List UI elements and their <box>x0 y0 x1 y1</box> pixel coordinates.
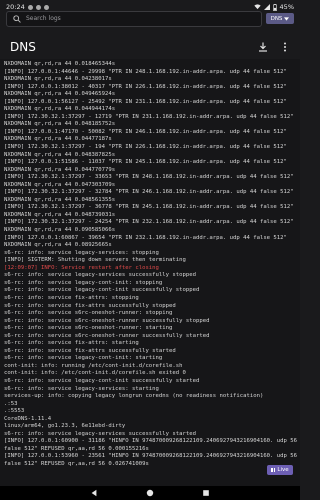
log-line: NXDOMAIN qr,rd,ra 44 0.04238017s <box>4 76 112 83</box>
log-line: [INFO] 127.0.0.1:56127 - 25492 "PTR IN 2… <box>4 98 287 105</box>
search-icon <box>13 14 21 23</box>
log-line: NXDOMAIN qr,rd,ra 44 0.048739031s <box>4 211 116 218</box>
log-line: NXDOMAIN qr,rd,ra 44 0.090585066s <box>4 227 116 234</box>
log-line: s6-rc: info: service fix-attrs: stopping <box>4 294 139 301</box>
log-line: [INFO] 127.0.0.1:60900 - 31186 "HINFO IN… <box>4 438 297 445</box>
log-line: s6-rc: info: service fix-attrs successfu… <box>4 347 176 354</box>
pause-icon <box>271 468 275 472</box>
page-header: DNS <box>0 36 300 58</box>
log-line: NXDOMAIN qr,rd,ra 44 0.048387825s <box>4 151 116 158</box>
log-line: [INFO] 172.30.32.1:37297 - 33653 "PTR IN… <box>4 174 294 181</box>
log-line: .:53 <box>4 400 18 407</box>
log-line: false 512" REFUSED qr,aa,rd 56 0.0267410… <box>4 460 149 467</box>
log-line: NXDOMAIN qr,rd,ra 44 0.044944174s <box>4 106 116 113</box>
notification-icon <box>43 4 49 10</box>
log-line: NXDOMAIN qr,rd,ra 44 0.048561355s <box>4 196 116 203</box>
search-row: DNS <box>6 10 294 27</box>
search-input[interactable] <box>26 15 226 22</box>
log-line: [INFO] 127.0.0.1:47170 - 50082 "PTR IN 2… <box>4 128 287 135</box>
log-line: [12:09:07] INFO: Service restart after c… <box>4 264 159 271</box>
log-line: [INFO] 127.0.0.1:51586 - 11037 "PTR IN 2… <box>4 159 287 166</box>
header-actions <box>258 42 290 52</box>
log-line: [INFO] 127.0.0.1:60867 - 39654 "PTR IN 2… <box>4 234 287 241</box>
log-line: NXDOMAIN qr,rd,ra 44 0.049465924s <box>4 91 116 98</box>
recents-icon[interactable] <box>202 489 210 497</box>
log-source-label: DNS <box>270 15 283 22</box>
live-button[interactable]: Live <box>267 465 293 475</box>
download-icon[interactable] <box>258 42 268 52</box>
log-source-dropdown[interactable]: DNS <box>266 13 294 24</box>
log-line: CoreDNS-1.11.4 <box>4 415 52 422</box>
log-line: s6-rc: info: service legacy-services: st… <box>4 385 159 392</box>
notification-icon <box>35 4 41 10</box>
log-line: NXDOMAIN qr,rd,ra 44 0.08925665s <box>4 242 112 249</box>
chevron-down-icon <box>284 16 290 21</box>
notification-icon <box>27 4 33 10</box>
log-line: s6-rc: info: service legacy-services: st… <box>4 249 159 256</box>
back-icon[interactable] <box>90 489 98 497</box>
log-line: NXDOMAIN qr,rd,ra 44 0.018465344s <box>4 61 116 67</box>
log-line: s6-rc: info: service s6rc-oneshot-runner… <box>4 325 173 332</box>
log-line: s6-rc: info: service s6rc-oneshot-runner… <box>4 310 173 317</box>
log-line: s6-rc: info: service s6rc-oneshot-runner… <box>4 332 210 339</box>
home-icon[interactable] <box>146 489 154 497</box>
log-line: NXDOMAIN qr,rd,ra 44 0.047303709s <box>4 181 116 188</box>
log-line: [INFO] 172.30.32.1:37297 - 24254 "PTR IN… <box>4 219 294 226</box>
log-line: s6-rc: info: service legacy-services suc… <box>4 272 196 279</box>
log-line: s6-rc: info: service s6rc-oneshot-runner… <box>4 317 210 324</box>
log-line: cont-init: info: /etc/cont-init.d/corefi… <box>4 370 186 377</box>
log-line: cont-init: info: running /etc/cont-init.… <box>4 362 183 369</box>
log-line: [INFO] 172.30.32.1:37297 - 36778 "PTR IN… <box>4 204 294 211</box>
log-line: s6-rc: info: service fix-attrs: starting <box>4 340 139 347</box>
live-label: Live <box>277 467 289 473</box>
log-line: s6-rc: info: service fix-attrs successfu… <box>4 302 176 309</box>
log-line: [INFO] 127.0.0.1:53960 - 23561 "HINFO IN… <box>4 453 297 460</box>
search-box[interactable] <box>6 10 262 27</box>
log-line: s6-rc: info: service legacy-cont-init: s… <box>4 355 163 362</box>
log-viewer[interactable]: NXDOMAIN qr,rd,ra 44 0.018465344s [INFO] … <box>0 59 300 486</box>
log-line: services-up: info: copying legacy longru… <box>4 393 264 400</box>
log-line: [INFO] 172.30.32.1:37297 - 194 "PTR IN 2… <box>4 144 287 151</box>
log-line: .:5553 <box>4 408 25 415</box>
log-line: [INFO] 127.0.0.1:44646 - 29998 "PTR IN 2… <box>4 68 287 75</box>
log-line: s6-rc: info: service legacy-cont-init: s… <box>4 279 163 286</box>
log-line: NXDOMAIN qr,rd,ra 44 0.048185752s <box>4 121 116 128</box>
log-line: [INFO] 127.0.0.1:38012 - 40317 "PTR IN 2… <box>4 83 287 90</box>
log-line: NXDOMAIN qr,rd,ra 44 0.044770779s <box>4 166 116 173</box>
log-line: s6-rc: info: service legacy-services suc… <box>4 430 196 437</box>
log-line: NXDOMAIN qr,rd,ra 44 0.04477187s <box>4 136 112 143</box>
page-title: DNS <box>10 40 36 54</box>
log-line: s6-rc: info: service legacy-cont-init su… <box>4 287 200 294</box>
log-line: [INFO] 172.30.32.1:37297 - 12719 "PTR IN… <box>4 113 294 120</box>
more-vert-icon[interactable] <box>280 42 290 52</box>
log-line: s6-rc: info: service legacy-cont-init su… <box>4 377 200 384</box>
log-line: [INFO] 172.30.32.1:37297 - 32784 "PTR IN… <box>4 189 294 196</box>
log-line: linux/arm64, go1.23.3, 6e11ebd-dirty <box>4 423 126 430</box>
android-nav-bar <box>0 486 300 500</box>
log-line: [INFO] SIGTERM: Shutting down servers th… <box>4 257 186 264</box>
log-line: false 512" REFUSED qr,aa,rd 56 0.0001552… <box>4 445 149 452</box>
